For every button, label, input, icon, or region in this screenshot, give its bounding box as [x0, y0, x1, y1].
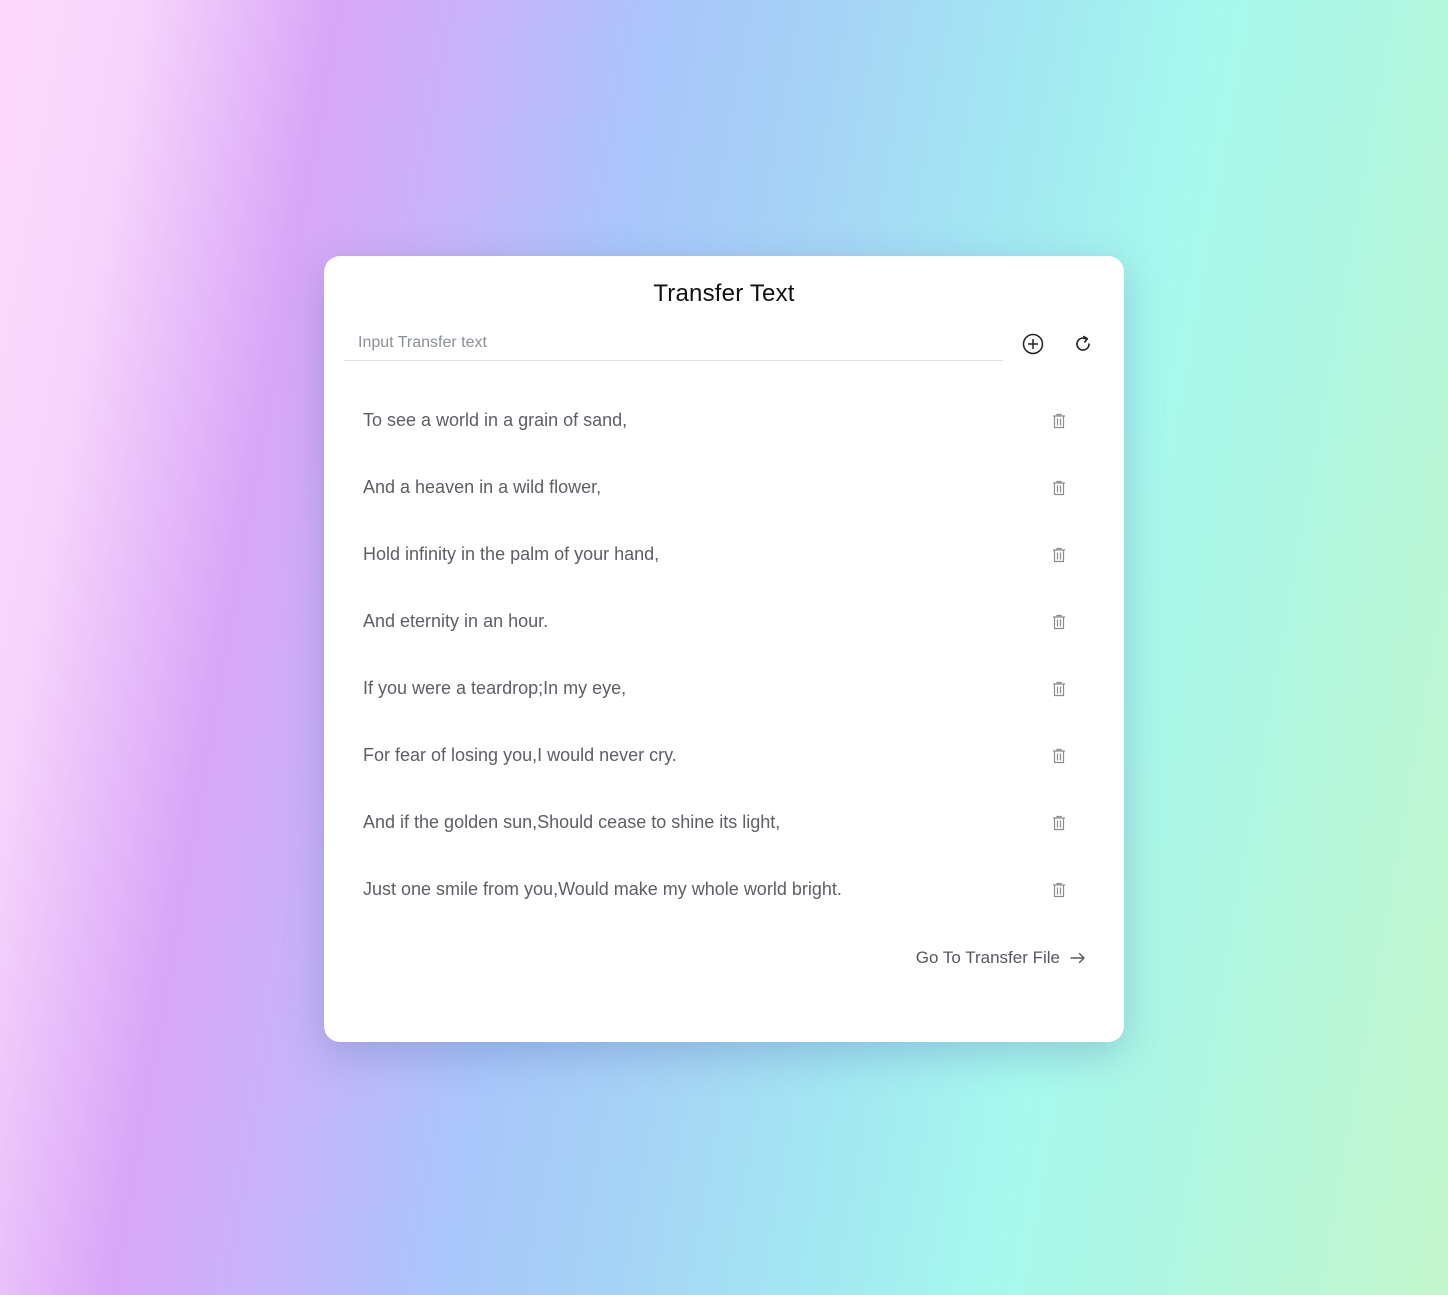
list-item: To see a world in a grain of sand,: [344, 387, 1104, 454]
input-row: [344, 326, 1114, 362]
list-item-text[interactable]: Just one smile from you,Would make my wh…: [363, 879, 842, 900]
list-item-text[interactable]: Hold infinity in the palm of your hand,: [363, 544, 659, 565]
list-item-text[interactable]: For fear of losing you,I would never cry…: [363, 745, 677, 766]
list-item-text[interactable]: If you were a teardrop;In my eye,: [363, 678, 626, 699]
transfer-text-list: To see a world in a grain of sand, And a…: [344, 387, 1104, 923]
transfer-text-input[interactable]: [344, 326, 1003, 361]
add-button[interactable]: [1020, 331, 1046, 357]
list-item-text[interactable]: To see a world in a grain of sand,: [363, 410, 627, 431]
trash-icon[interactable]: [1050, 546, 1068, 564]
trash-icon[interactable]: [1050, 613, 1068, 631]
go-to-transfer-file-link[interactable]: Go To Transfer File: [916, 948, 1086, 968]
trash-icon[interactable]: [1050, 881, 1068, 899]
page-title: Transfer Text: [653, 280, 795, 307]
circle-plus-icon: [1022, 333, 1044, 355]
list-item: And if the golden sun,Should cease to sh…: [344, 789, 1104, 856]
list-item: Just one smile from you,Would make my wh…: [344, 856, 1104, 923]
refresh-icon: [1073, 334, 1093, 354]
trash-icon[interactable]: [1050, 412, 1068, 430]
trash-icon[interactable]: [1050, 680, 1068, 698]
transfer-text-card: Transfer Text To see a world in a: [324, 256, 1124, 1042]
list-item: And eternity in an hour.: [344, 588, 1104, 655]
trash-icon[interactable]: [1050, 747, 1068, 765]
list-item: For fear of losing you,I would never cry…: [344, 722, 1104, 789]
list-item-text[interactable]: And a heaven in a wild flower,: [363, 477, 601, 498]
list-item: Hold infinity in the palm of your hand,: [344, 521, 1104, 588]
list-item-text[interactable]: And eternity in an hour.: [363, 611, 548, 632]
list-item-text[interactable]: And if the golden sun,Should cease to sh…: [363, 812, 780, 833]
trash-icon[interactable]: [1050, 814, 1068, 832]
trash-icon[interactable]: [1050, 479, 1068, 497]
list-item: If you were a teardrop;In my eye,: [344, 655, 1104, 722]
go-to-transfer-file-label: Go To Transfer File: [915, 948, 1060, 967]
arrow-right-icon: [1070, 952, 1086, 964]
refresh-button[interactable]: [1070, 331, 1096, 357]
list-item: And a heaven in a wild flower,: [344, 454, 1104, 521]
